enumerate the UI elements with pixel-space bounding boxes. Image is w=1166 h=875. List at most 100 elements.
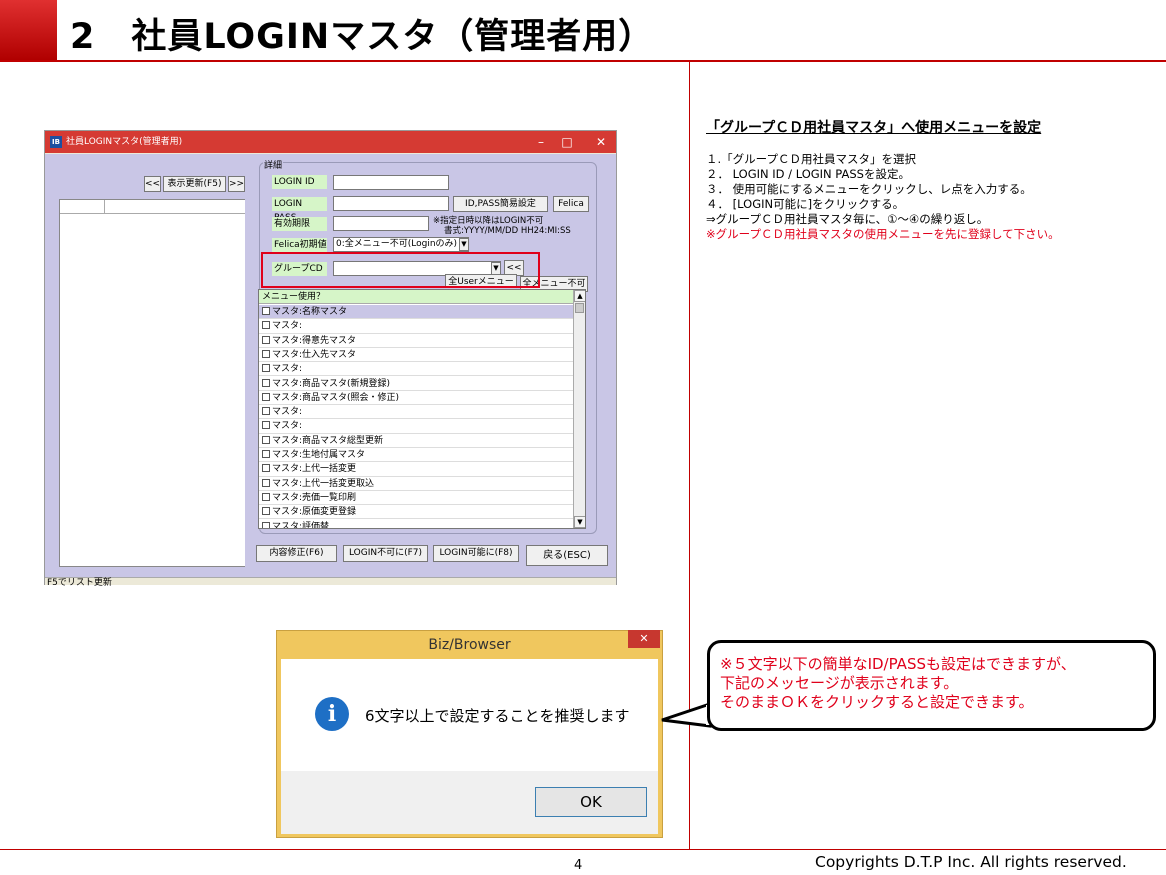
checkbox[interactable] [262,507,270,516]
app-icon: IB [50,136,62,148]
scroll-down-icon[interactable]: ▼ [574,516,585,528]
felica-button[interactable]: Felica [553,196,589,212]
page-title: 2 社員LOGINマスタ（管理者用） [70,17,655,57]
menu-item-label: マスタ:得意先マスタ [272,335,357,346]
warning-text: ※グループＣＤ用社員マスタの使用メニューを先に登録して下さい。 [706,227,1060,241]
menu-item[interactable]: マスタ:生地付属マスタ [259,448,573,463]
menu-item-label: マスタ:評価替 [272,521,330,529]
checkbox[interactable] [262,435,270,444]
felica-init-label: Felica初期値 [272,238,327,252]
login-disable-button[interactable]: LOGIN不可に(F7) [343,545,428,562]
menu-item[interactable]: マスタ:仕入先マスタ [259,348,573,363]
menu-item-label: マスタ:上代一括変更 [272,464,357,475]
back-button[interactable]: 戻る(ESC) [526,545,608,566]
expiry-note-1: ※指定日時以降はLOGIN不可 [433,216,544,226]
menu-item-label: マスタ:生地付属マスタ [272,450,366,460]
menu-item-label: マスタ: [272,364,303,375]
next-button[interactable]: >> [228,176,245,192]
title-accent-bar [0,0,57,60]
checkbox[interactable] [262,478,270,487]
felica-init-select[interactable]: 0:全メニュー不可(Loginのみ) [333,237,469,252]
menu-list[interactable]: メニュー使用？ マスタ:名称マスタ マスタ: マスタ:得意先マスタ マスタ:仕入先マス… [258,289,586,529]
copyright: Copyrights D.T.P Inc. All rights reserve… [815,853,1127,871]
step-4: ４． [LOGIN可能に]をクリックする。 [706,197,905,211]
checkbox[interactable] [262,492,270,501]
scroll-thumb[interactable] [575,303,584,313]
menu-item[interactable]: マスタ:原価変更登録 [259,505,573,520]
footer-line [0,849,1166,850]
detail-legend: 詳細 [263,158,284,171]
menu-list-header: メニュー使用？ [259,290,573,304]
menu-item-label: マスタ:商品マスタ(照会・修正) [272,392,400,403]
maximize-icon[interactable]: □ [554,131,580,153]
menu-item[interactable]: マスタ:商品マスタ(照会・修正) [259,391,573,406]
checkbox[interactable] [262,521,270,528]
step-1: １.「グループＣＤ用社員マスタ」を選択 [706,152,916,166]
login-id-input[interactable] [333,175,449,190]
step-3: ３． 使用可能にするメニューをクリックし、レ点を入力する。 [706,182,1032,196]
ok-button[interactable]: OK [535,787,647,817]
checkbox[interactable] [262,335,270,344]
checkbox[interactable] [262,407,270,416]
scroll-up-icon[interactable]: ▲ [574,290,585,302]
felica-init-value: 0:全メニュー不可(Loginのみ) [336,239,458,249]
page-number: 4 [574,858,583,873]
employee-list[interactable] [59,199,246,567]
right-pane: 詳細 LOGIN ID LOGIN PASS ID,PASS簡易設定 Felic… [245,154,616,577]
menu-item-label: マスタ:商品マスタ総型更新 [272,435,384,446]
minimize-icon[interactable]: – [528,131,554,153]
menu-item[interactable]: マスタ: [259,362,573,377]
login-pass-input[interactable] [333,196,449,211]
highlight-box [261,252,540,288]
close-icon[interactable]: ✕ [628,630,660,648]
checkbox[interactable] [262,349,270,358]
checkbox[interactable] [262,392,270,401]
expiry-input[interactable] [333,216,429,231]
list-header [60,200,245,214]
step-2: ２． LOGIN ID / LOGIN PASSを設定。 [706,167,910,181]
status-text: F5でリスト更新 [47,578,112,588]
refresh-button[interactable]: 表示更新(F5) [163,176,226,192]
login-enable-button[interactable]: LOGIN可能に(F8) [433,545,519,562]
prev-button[interactable]: << [144,176,161,192]
callout-line-1: ※５文字以下の簡単なID/PASSも設定はできますが、 [720,655,1076,673]
status-bar: F5でリスト更新 [45,577,616,588]
checkbox[interactable] [262,307,270,315]
menu-item[interactable]: マスタ:上代一括変更 [259,462,573,477]
menu-item[interactable]: マスタ:上代一括変更取込 [259,477,573,491]
menu-item-label: マスタ: [272,421,303,432]
menu-item[interactable]: マスタ: [259,419,573,434]
login-id-label: LOGIN ID [272,175,327,189]
menu-item-label: マスタ:商品マスタ(新規登録) [272,378,391,389]
callout-line-3: そのままＯＫをクリックすると設定できます。 [720,693,1034,711]
edit-button[interactable]: 内容修正(F6) [256,545,337,562]
info-icon: i [315,697,349,731]
id-pass-easy-button[interactable]: ID,PASS簡易設定 [453,196,548,212]
menu-item[interactable]: マスタ:商品マスタ(新規登録) [259,377,573,391]
close-icon[interactable]: ✕ [588,131,614,153]
menu-item[interactable]: マスタ: [259,319,573,334]
checkbox[interactable] [262,450,270,458]
menu-item-label: マスタ: [272,407,303,418]
step-repeat: ⇒グループＣＤ用社員マスタ毎に、①～④の繰り返し。 [706,212,989,226]
callout-text: ※５文字以下の簡単なID/PASSも設定はできますが、 下記のメッセージが表示さ… [720,655,1076,712]
checkbox[interactable] [262,421,270,430]
menu-scrollbar[interactable]: ▲ ▼ [573,290,585,528]
login-pass-label: LOGIN PASS [272,197,327,223]
checkbox[interactable] [262,321,270,330]
dialog: Biz/Browser ✕ i 6文字以上で設定することを推奨します OK [276,630,663,838]
dialog-footer: OK [281,771,658,834]
menu-item[interactable]: マスタ:評価替 [259,520,573,529]
menu-item[interactable]: マスタ:売価一覧印刷 [259,491,573,506]
menu-item[interactable]: マスタ:商品マスタ総型更新 [259,434,573,448]
checkbox[interactable] [262,364,270,373]
menu-item[interactable]: マスタ:名称マスタ [259,305,573,320]
checkbox[interactable] [262,464,270,473]
checkbox[interactable] [262,378,270,387]
menu-item[interactable]: マスタ: [259,405,573,420]
title-underline [0,60,1166,62]
menu-item[interactable]: マスタ:得意先マスタ [259,334,573,348]
callout-box: ※５文字以下の簡単なID/PASSも設定はできますが、 下記のメッセージが表示さ… [707,640,1156,731]
dialog-message: 6文字以上で設定することを推奨します [365,707,630,725]
chevron-down-icon[interactable]: ▼ [459,238,469,251]
